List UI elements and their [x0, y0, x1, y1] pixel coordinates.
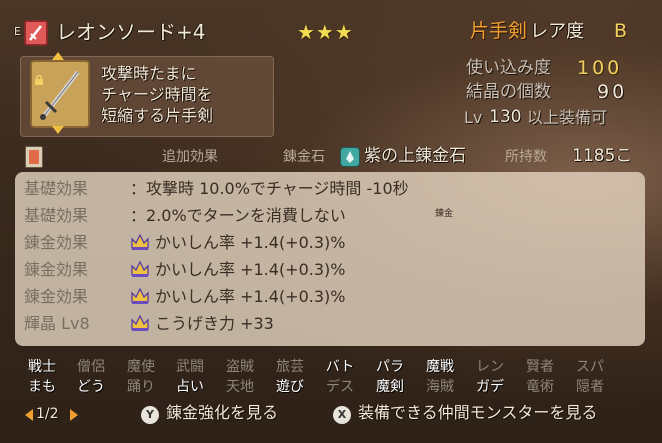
- job-bottom: まも: [28, 379, 56, 395]
- job-bottom: 竜術: [526, 379, 554, 395]
- job-bottom: どう: [77, 379, 105, 395]
- job-top: 僧侶: [77, 359, 105, 375]
- job-top: 賢者: [526, 359, 554, 375]
- job-top: 魔使: [127, 359, 155, 375]
- job-bottom: ガデ: [476, 379, 504, 395]
- job-bottom: 魔剣: [376, 379, 404, 395]
- job-top: 魔戦: [426, 359, 454, 375]
- job-bottom: 隠者: [576, 379, 604, 395]
- y-button[interactable]: Y: [141, 404, 159, 424]
- x-button-label[interactable]: 装備できる仲間モンスターを見る: [358, 405, 597, 421]
- next-page-icon[interactable]: [70, 409, 78, 421]
- equipment-detail-screen: E レオンソード+4 ★★★ 片手剣 レア度 B 攻撃時たまに チャージ時間を …: [0, 0, 662, 443]
- y-button-icon: Y: [141, 405, 159, 424]
- x-button[interactable]: X: [333, 404, 351, 424]
- job-top: バト: [325, 359, 355, 375]
- job-top: 戦士: [28, 359, 56, 375]
- job-bottom: 海賊: [426, 379, 454, 395]
- job-bottom: 天地: [226, 379, 254, 395]
- job-bottom: 踊り: [127, 379, 155, 395]
- job-top: 旅芸: [276, 359, 304, 375]
- job-grid: 戦士 僧侶 魔使 武闘 盗賊 旅芸 バト パラ 魔戦 レン 賢者 スパ まも ど…: [0, 0, 662, 443]
- job-top: スパ: [576, 359, 604, 375]
- page-indicator: 1/2: [36, 406, 59, 422]
- job-bottom: 遊び: [276, 379, 304, 395]
- job-top: レン: [476, 359, 504, 375]
- job-bottom: 占い: [176, 379, 204, 395]
- job-top: パラ: [376, 359, 404, 375]
- job-bottom: デス: [326, 379, 354, 395]
- y-button-label[interactable]: 錬金強化を見る: [166, 405, 278, 421]
- job-top: 武闘: [176, 359, 204, 375]
- job-top: 盗賊: [226, 359, 254, 375]
- prev-page-icon[interactable]: [25, 409, 33, 421]
- x-button-icon: X: [333, 405, 351, 424]
